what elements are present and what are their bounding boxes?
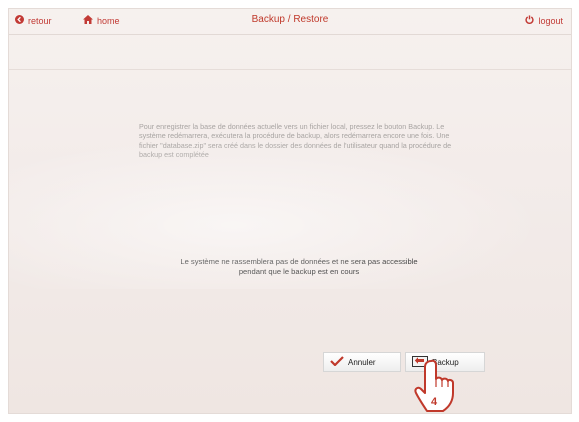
divider [9,69,571,70]
warning-line-2: pendant que le backup est en cours [238,267,360,276]
warning-line-1: Le système ne rassemblera pas de données… [180,257,418,266]
power-icon [525,15,535,26]
warning-message: Le système ne rassemblera pas de données… [149,257,449,277]
cancel-label: Annuler [348,357,376,367]
checkmark-icon [330,356,344,368]
page-title: Backup / Restore [251,14,329,25]
logout-label: logout [538,15,563,26]
top-bar: retour home Backup / Restore logout [9,9,571,35]
step-number: 4 [431,396,438,408]
logout-link[interactable]: logout [525,15,563,26]
cancel-button[interactable]: Annuler [323,352,401,372]
info-text: Pour enregistrer la base de données actu… [139,122,452,160]
app-window: retour home Backup / Restore logout Pour… [8,8,572,414]
tap-gesture-icon: 4 [409,359,467,422]
